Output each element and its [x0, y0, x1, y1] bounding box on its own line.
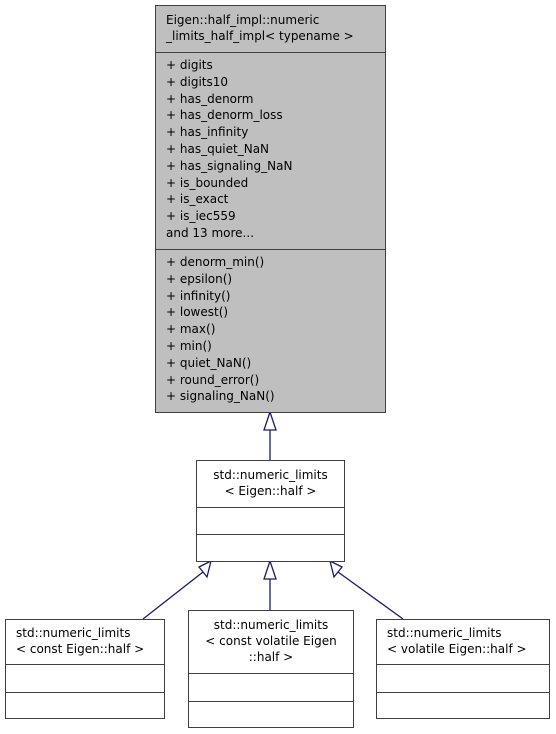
class-title: std::numeric_limits < const volatile Eig…	[189, 611, 353, 673]
class-title-line: std::numeric_limits	[16, 626, 131, 640]
attribute-item: + is_iec559	[166, 209, 236, 224]
method-item: + min()	[166, 338, 212, 353]
attribute-item: + digits10	[166, 74, 228, 89]
attributes-section	[189, 673, 353, 701]
method-item: + round_error()	[166, 372, 260, 387]
attributes-section	[377, 664, 549, 692]
attribute-item: + is_bounded	[166, 175, 249, 190]
class-title-line: std::numeric_limits	[213, 468, 328, 482]
class-title-line: < const Eigen::half >	[16, 642, 145, 656]
method-item: + infinity()	[166, 288, 231, 303]
inheritance-arrow-icon	[263, 558, 277, 580]
class-node-numeric-limits-const-volatile-half[interactable]: std::numeric_limits < const volatile Eig…	[188, 610, 354, 728]
method-item: + quiet_NaN()	[166, 355, 252, 370]
method-item: + epsilon()	[166, 271, 233, 286]
class-title-line: std::numeric_limits	[387, 626, 502, 640]
attribute-item: + has_denorm_loss	[166, 108, 283, 123]
class-title: std::numeric_limits < const Eigen::half …	[6, 620, 164, 664]
class-node-numeric-limits-half[interactable]: std::numeric_limits < Eigen::half >	[196, 460, 345, 562]
attribute-item: + has_quiet_NaN	[166, 141, 270, 156]
method-item: + lowest()	[166, 305, 229, 320]
methods-section	[197, 534, 344, 561]
methods-section	[189, 701, 353, 727]
class-title-line: < const volatile Eigen	[205, 634, 337, 648]
attributes-section	[6, 664, 164, 692]
class-title-line: Eigen::half_impl::numeric	[166, 13, 320, 27]
class-node-numeric-limits-const-half[interactable]: std::numeric_limits < const Eigen::half …	[5, 619, 165, 719]
inheritance-arrow-icon	[329, 559, 344, 579]
methods-section	[6, 692, 164, 718]
inheritance-arrow-icon	[197, 559, 212, 579]
class-title-line: < volatile Eigen::half >	[387, 642, 527, 656]
class-title: std::numeric_limits < Eigen::half >	[197, 461, 344, 507]
more-attributes-label: and 13 more...	[166, 225, 255, 240]
class-title: std::numeric_limits < volatile Eigen::ha…	[377, 620, 549, 664]
method-item: + max()	[166, 322, 216, 337]
class-node-numeric-limits-half-impl[interactable]: Eigen::half_impl::numeric _limits_half_i…	[155, 5, 386, 413]
class-title: Eigen::half_impl::numeric _limits_half_i…	[156, 6, 385, 52]
class-title-line: < Eigen::half >	[224, 484, 317, 498]
attributes-section	[197, 507, 344, 534]
method-item: + denorm_min()	[166, 255, 265, 269]
attribute-item: + has_signaling_NaN	[166, 158, 293, 173]
attribute-item: + digits	[166, 58, 213, 72]
class-title-line: ::half >	[248, 650, 294, 664]
methods-section	[377, 692, 549, 718]
inheritance-arrow-icon	[263, 409, 277, 431]
class-node-numeric-limits-volatile-half[interactable]: std::numeric_limits < volatile Eigen::ha…	[376, 619, 550, 719]
attribute-item: + has_denorm	[166, 91, 254, 106]
attribute-item: + has_infinity	[166, 125, 249, 140]
methods-section: + denorm_min() + epsilon() + infinity() …	[156, 249, 385, 412]
attribute-item: + is_exact	[166, 192, 229, 207]
method-item: + signaling_NaN()	[166, 389, 275, 404]
class-title-line: _limits_half_impl< typename >	[166, 29, 354, 43]
attributes-section: + digits + digits10 + has_denorm + has_d…	[156, 52, 385, 249]
class-title-line: std::numeric_limits	[213, 618, 329, 632]
